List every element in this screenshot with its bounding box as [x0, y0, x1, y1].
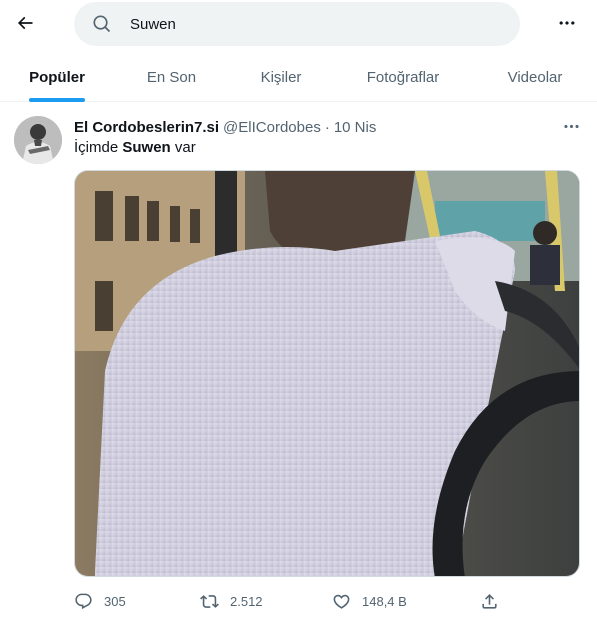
tweet-header: El Cordobeslerin7.si @ElICordobes · 10 N… — [74, 117, 376, 137]
retweet-icon — [200, 594, 219, 608]
search-input[interactable] — [130, 2, 500, 46]
reply-icon — [75, 593, 92, 609]
search-box[interactable] — [74, 2, 520, 46]
reply-button[interactable]: 305 — [74, 589, 126, 613]
share-button[interactable] — [480, 589, 499, 613]
tab-people[interactable]: Kişiler — [229, 52, 333, 102]
share-icon — [482, 593, 497, 609]
tab-label: Fotoğraflar — [366, 68, 440, 86]
avatar[interactable] — [14, 116, 62, 164]
tab-label: Popüler — [29, 68, 85, 86]
avatar-image — [14, 116, 62, 164]
tweet-text-after: var — [170, 139, 196, 156]
separator-dot: · — [324, 118, 330, 136]
heart-icon — [333, 594, 350, 609]
tab-videos[interactable]: Videolar — [473, 52, 597, 102]
tab-label: En Son — [146, 68, 197, 86]
back-button[interactable] — [8, 6, 42, 40]
photo-bus-driver — [75, 171, 579, 576]
tweet-text-highlight: Suwen — [122, 139, 171, 156]
top-bar — [0, 0, 597, 50]
tweet[interactable]: El Cordobeslerin7.si @ElICordobes · 10 N… — [0, 103, 597, 622]
user-handle[interactable]: @ElICordobes — [223, 119, 321, 136]
tweet-text-before: İçimde — [74, 139, 123, 156]
tab-latest[interactable]: En Son — [114, 52, 229, 102]
search-icon — [93, 15, 111, 33]
more-options-button[interactable] — [549, 6, 585, 40]
arrow-left-icon — [17, 16, 33, 30]
tweet-more-button[interactable] — [556, 116, 586, 136]
tweet-photo[interactable] — [74, 170, 580, 577]
retweet-count: 2.512 — [230, 593, 263, 609]
tweet-actions: 305 2.512 148,4 B — [74, 589, 580, 613]
retweet-button[interactable]: 2.512 — [200, 589, 263, 613]
tweet-timestamp[interactable]: 10 Nis — [334, 119, 377, 136]
reply-count: 305 — [104, 593, 126, 609]
active-tab-indicator — [29, 98, 85, 102]
like-count: 148,4 B — [362, 593, 407, 609]
tab-popular[interactable]: Popüler — [0, 52, 114, 102]
ellipsis-icon — [563, 124, 579, 128]
search-tabs: Popüler En Son Kişiler Fotoğraflar Video… — [0, 52, 597, 102]
ellipsis-icon — [559, 21, 575, 25]
tab-label: Kişiler — [260, 68, 302, 86]
like-button[interactable]: 148,4 B — [332, 589, 407, 613]
display-name[interactable]: El Cordobeslerin7.si — [74, 119, 219, 136]
tab-photos[interactable]: Fotoğraflar — [333, 52, 473, 102]
tab-label: Videolar — [507, 68, 563, 86]
tweet-text: İçimde Suwen var — [74, 139, 196, 156]
